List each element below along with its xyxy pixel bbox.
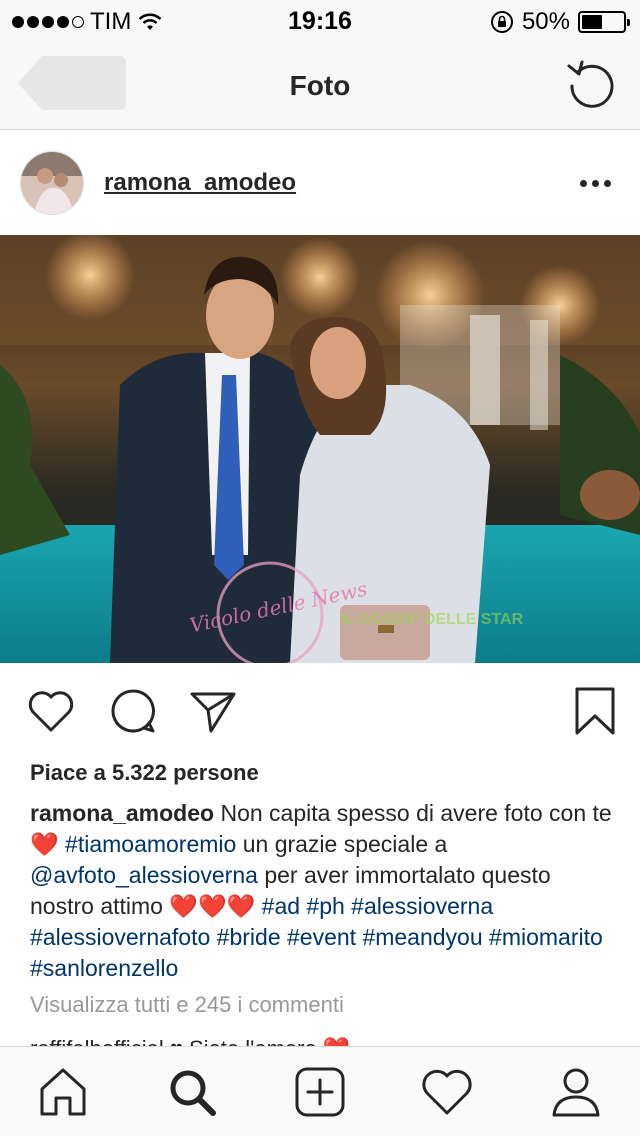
photo-watermark-2: IL GOSSIP DELLE STAR (340, 611, 524, 628)
refresh-icon[interactable] (566, 58, 618, 110)
view-all-comments-link[interactable]: Visualizza tutti e 245 i commenti (30, 992, 344, 1018)
like-heart-icon[interactable] (26, 686, 76, 736)
home-icon[interactable] (36, 1065, 90, 1119)
battery-icon (578, 11, 630, 33)
caption-text: un grazie speciale a (236, 831, 448, 857)
hashtag-link[interactable]: #tiamoamoremio (65, 831, 236, 857)
new-post-icon[interactable] (293, 1065, 347, 1119)
post-username[interactable]: ramona_amodeo (104, 169, 296, 197)
tab-bar (0, 1046, 640, 1136)
caption-username[interactable]: ramona_amodeo (30, 800, 214, 826)
caption-text: Non capita spesso di avere foto con te (214, 800, 612, 826)
share-direct-icon[interactable] (188, 686, 238, 736)
mention-link[interactable]: @avfoto_alessioverna (30, 862, 258, 888)
post-header: ramona_amodeo (0, 131, 640, 235)
more-dots-icon[interactable] (580, 171, 614, 195)
page-title: Foto (289, 70, 351, 101)
post-caption: ramona_amodeo Non capita spesso di avere… (30, 798, 620, 984)
avatar[interactable] (20, 151, 84, 215)
nav-bar: Foto (0, 40, 640, 130)
more-dot (580, 179, 587, 187)
bookmark-icon[interactable] (570, 686, 620, 736)
battery-percent: 50% (521, 8, 570, 35)
search-icon[interactable] (165, 1065, 219, 1119)
battery-fill (582, 15, 602, 29)
post-actions (0, 680, 640, 744)
status-right: 50% (490, 8, 630, 36)
avatar-image (21, 152, 83, 214)
activity-heart-icon[interactable] (420, 1065, 474, 1119)
likes-count[interactable]: Piace a 5.322 persone (30, 760, 259, 786)
more-dot (592, 179, 599, 187)
more-dot (604, 179, 611, 187)
profile-icon[interactable] (549, 1065, 603, 1119)
heart-emoji: ❤️❤️❤️ (169, 893, 256, 919)
orientation-lock-icon (490, 11, 513, 33)
post-photo[interactable]: Vicolo delle News IL GOSSIP DELLE STAR (0, 235, 640, 663)
heart-emoji: ❤️ (30, 831, 59, 857)
comment-icon[interactable] (108, 686, 158, 736)
status-bar: TIM 19:16 50% (0, 0, 640, 40)
